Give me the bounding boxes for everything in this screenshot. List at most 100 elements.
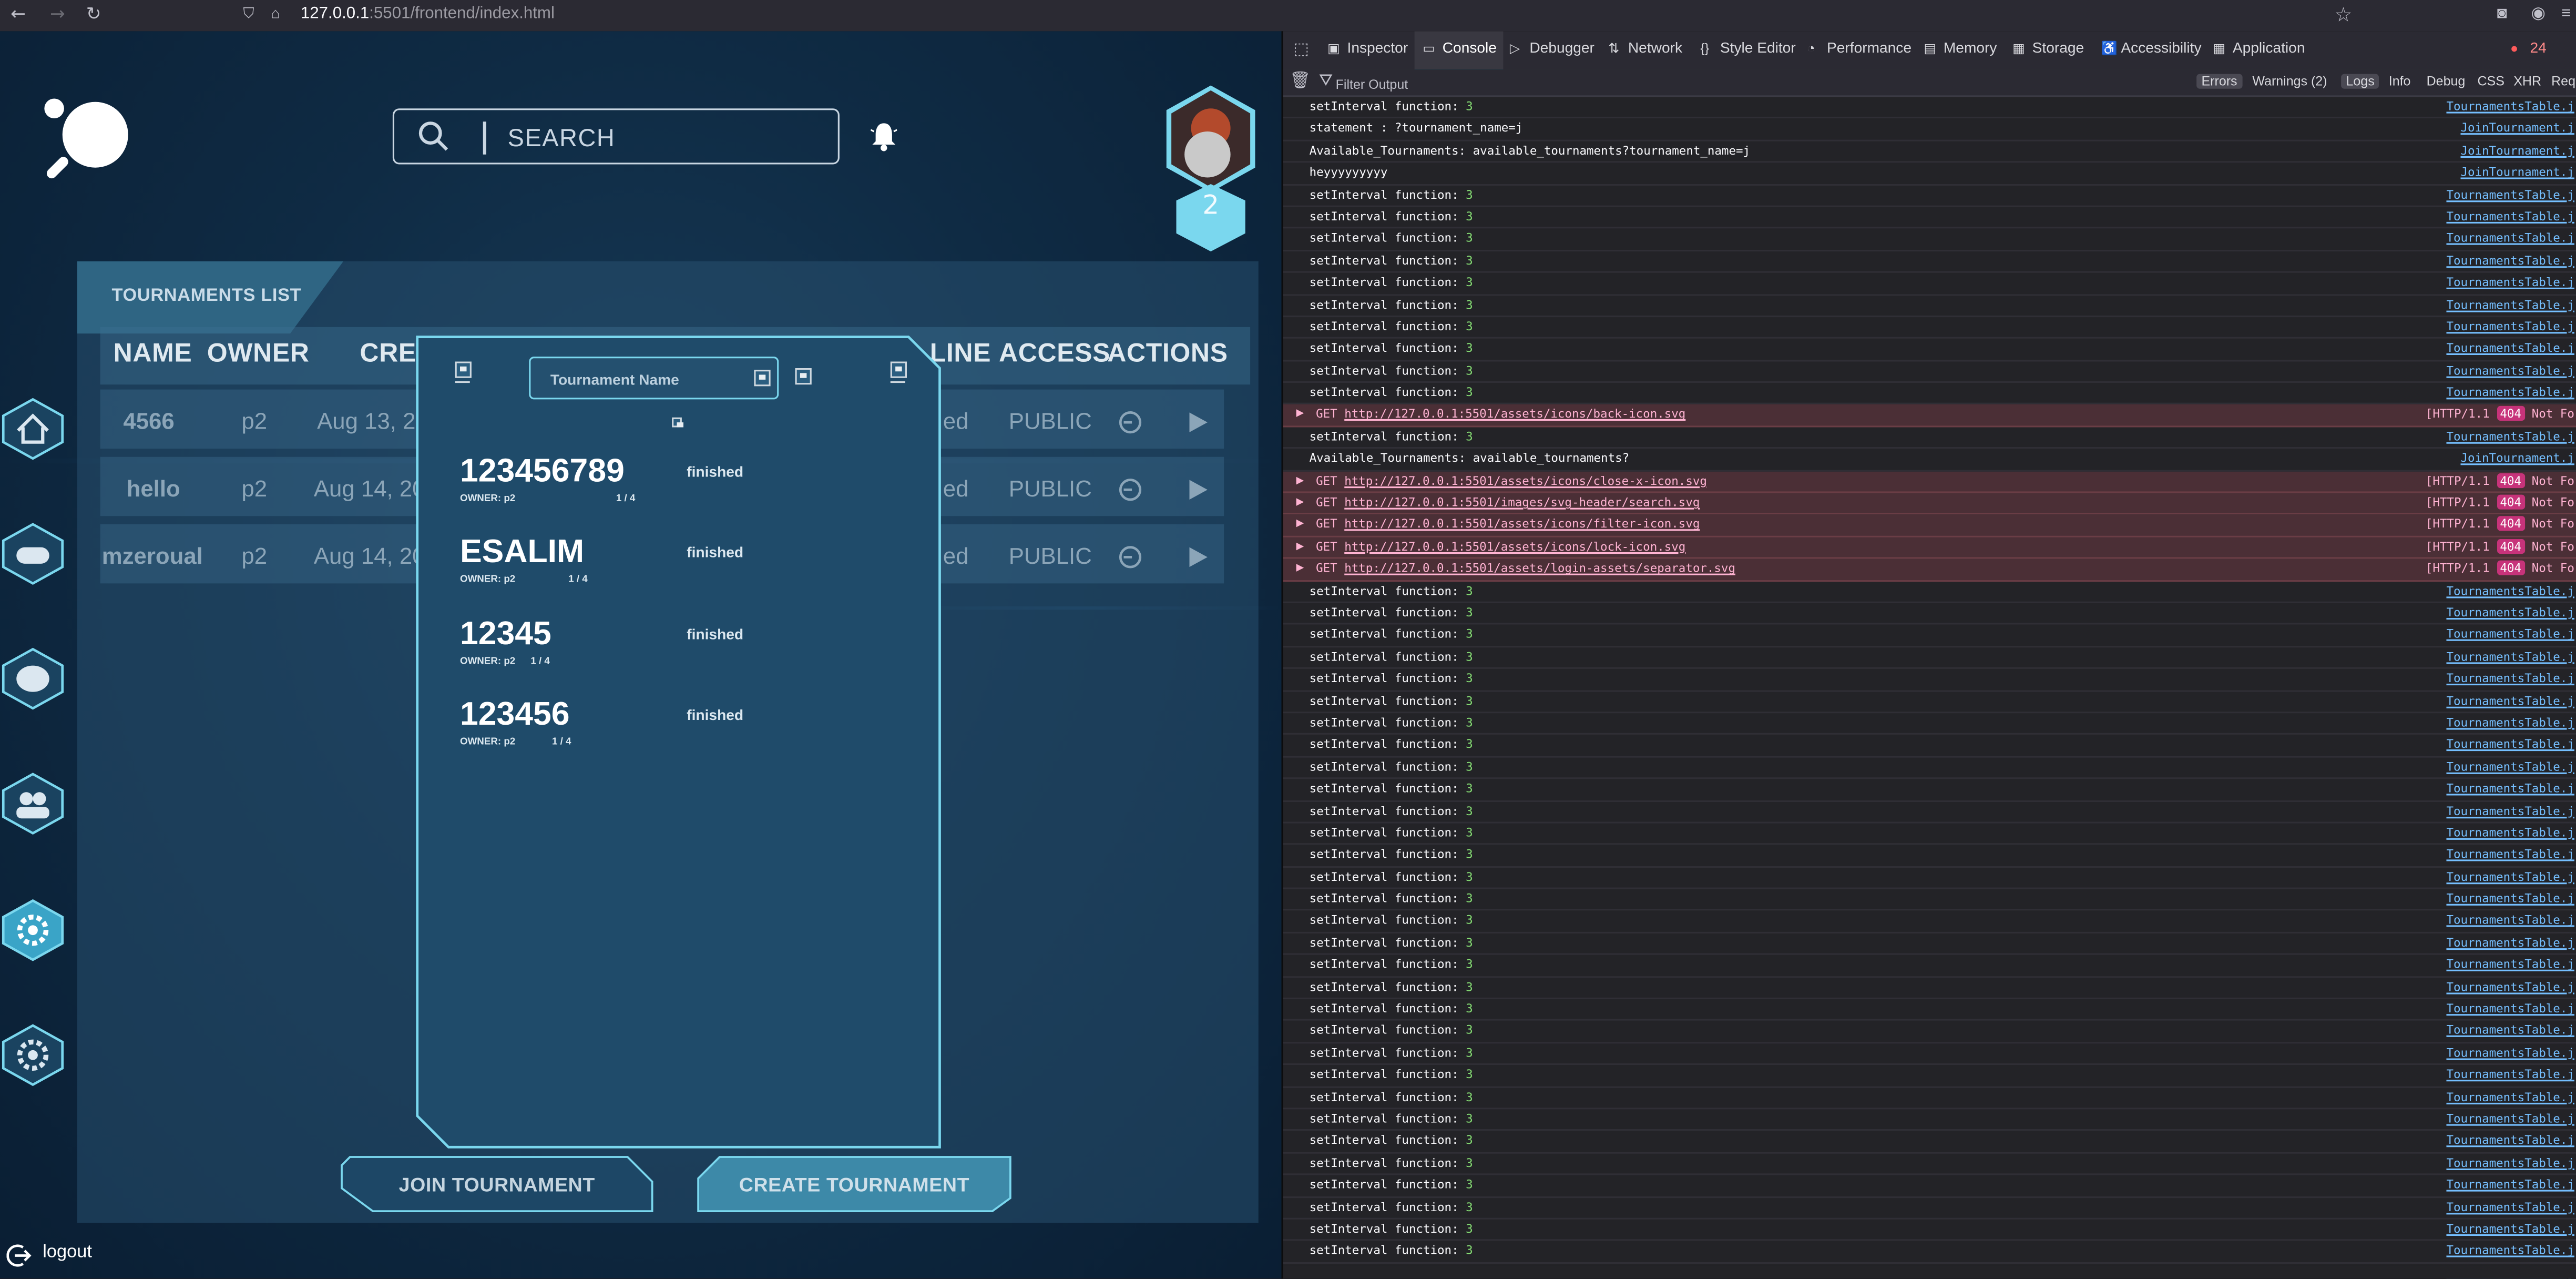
console-log-row[interactable]: setInterval function: 3 TournamentsTable.… xyxy=(1283,273,2576,295)
request-url[interactable]: http://127.0.0.1:5501/assets/icons/back-… xyxy=(1344,407,1685,421)
log-source-link[interactable]: TournamentsTable.j xyxy=(2446,1045,2574,1060)
log-source-link[interactable]: TournamentsTable.j xyxy=(2446,847,2574,861)
log-source-link[interactable]: TournamentsTable.j xyxy=(2446,1089,2574,1104)
filter-xhr[interactable]: XHR xyxy=(2509,74,2547,89)
play-icon[interactable] xyxy=(1184,409,1211,435)
console-log-row[interactable]: setInterval function: 3 TournamentsTable.… xyxy=(1283,1087,2576,1110)
pick-element-icon[interactable]: ⬚ xyxy=(1291,41,1311,61)
log-source-link[interactable]: TournamentsTable.j xyxy=(2446,649,2574,664)
ping-pong-logo-icon[interactable] xyxy=(36,92,135,191)
console-log-row[interactable]: setInterval function: 3 TournamentsTable.… xyxy=(1283,295,2576,317)
console-log-row[interactable]: setInterval function: 3 TournamentsTable.… xyxy=(1283,185,2576,207)
tab-style-editor[interactable]: {} Style Editor xyxy=(1700,39,1795,56)
console-log-row[interactable]: setInterval function: 3 TournamentsTable.… xyxy=(1283,383,2576,405)
console-log-row[interactable]: setInterval function: 3 TournamentsTable.… xyxy=(1283,229,2576,251)
log-source-link[interactable]: TournamentsTable.j xyxy=(2446,671,2574,685)
request-url[interactable]: http://127.0.0.1:5501/assets/icons/filte… xyxy=(1344,517,1700,532)
console-log-row[interactable]: setInterval function: 3 TournamentsTable.… xyxy=(1283,1197,2576,1220)
play-icon[interactable] xyxy=(1184,476,1211,503)
log-source-link[interactable]: TournamentsTable.j xyxy=(2446,913,2574,928)
log-source-link[interactable]: TournamentsTable.j xyxy=(2446,1221,2574,1236)
console-log-row[interactable]: Available_Tournaments: available_tournam… xyxy=(1283,141,2576,163)
expand-triangle-icon[interactable]: ▶ xyxy=(1296,519,1304,530)
log-source-link[interactable]: TournamentsTable.j xyxy=(2446,1155,2574,1170)
gear-nav-icon[interactable] xyxy=(0,1022,66,1088)
log-source-link[interactable]: TournamentsTable.j xyxy=(2446,759,2574,774)
log-source-link[interactable]: TournamentsTable.j xyxy=(2446,275,2574,289)
log-source-link[interactable]: TournamentsTable.j xyxy=(2446,605,2574,620)
console-log-row[interactable]: statement : ?tournament_name=j JoinTourna… xyxy=(1283,119,2576,141)
console-log-row[interactable]: setInterval function: 3 TournamentsTable.… xyxy=(1283,625,2576,647)
expand-triangle-icon[interactable]: ▶ xyxy=(1296,541,1304,552)
menu-icon[interactable]: ≡ xyxy=(2557,5,2576,25)
search-icon[interactable] xyxy=(417,120,451,153)
request-url[interactable]: http://127.0.0.1:5501/images/svg-header/… xyxy=(1344,495,1700,510)
bell-icon[interactable] xyxy=(871,121,897,151)
filter-logs[interactable]: Logs xyxy=(2341,74,2380,89)
log-source-link[interactable]: TournamentsTable.j xyxy=(2446,1067,2574,1082)
log-source-link[interactable]: TournamentsTable.j xyxy=(2446,869,2574,884)
console-log-row[interactable]: setInterval function: 3 TournamentsTable.… xyxy=(1283,757,2576,779)
tournament-name-input[interactable] xyxy=(547,366,751,393)
log-source-link[interactable]: JoinTournament.j xyxy=(2460,120,2574,135)
log-source-link[interactable]: TournamentsTable.j xyxy=(2446,737,2574,752)
console-log-row[interactable]: setInterval function: 3 TournamentsTable.… xyxy=(1283,977,2576,1000)
settings-active-nav-icon[interactable] xyxy=(0,897,66,963)
console-log-row[interactable]: setInterval function: 3 TournamentsTable.… xyxy=(1283,1131,2576,1153)
log-source-link[interactable]: TournamentsTable.j xyxy=(2446,231,2574,246)
log-source-link[interactable]: JoinTournament.j xyxy=(2460,143,2574,157)
log-source-link[interactable]: TournamentsTable.j xyxy=(2446,627,2574,642)
game-controller-nav-icon[interactable] xyxy=(0,521,66,587)
console-log-row[interactable]: setInterval function: 3 TournamentsTable.… xyxy=(1283,1175,2576,1197)
log-source-link[interactable]: TournamentsTable.j xyxy=(2446,1199,2574,1214)
create-tournament-button[interactable]: CREATE TOURNAMENT xyxy=(697,1155,1012,1213)
console-log-row[interactable]: setInterval function: 3 TournamentsTable.… xyxy=(1283,933,2576,956)
console-log-row[interactable]: setInterval function: 3 TournamentsTable.… xyxy=(1283,889,2576,911)
tab-network[interactable]: ⇅ Network xyxy=(1608,39,1682,56)
console-log-row[interactable]: setInterval function: 3 TournamentsTable.… xyxy=(1283,735,2576,757)
shield-icon[interactable]: ⛉ xyxy=(243,5,260,25)
console-network-error-row[interactable]: ▶ GET http://127.0.0.1:5501/assets/login-… xyxy=(1283,559,2576,581)
console-log-row[interactable]: setInterval function: 3 TournamentsTable.… xyxy=(1283,823,2576,846)
log-source-link[interactable]: TournamentsTable.j xyxy=(2446,715,2574,729)
tab-memory[interactable]: ▤ Memory xyxy=(1924,39,1997,56)
log-source-link[interactable]: TournamentsTable.j xyxy=(2446,891,2574,906)
log-source-link[interactable]: TournamentsTable.j xyxy=(2446,187,2574,201)
console-log-row[interactable]: setInterval function: 3 TournamentsTable.… xyxy=(1283,1109,2576,1132)
log-source-link[interactable]: TournamentsTable.j xyxy=(2446,1243,2574,1257)
console-log-row[interactable]: setInterval function: 3 TournamentsTable.… xyxy=(1283,1043,2576,1065)
search-icon[interactable] xyxy=(754,370,771,387)
console-log-row[interactable]: setInterval function: 3 TournamentsTable.… xyxy=(1283,603,2576,625)
console-log-row[interactable]: setInterval function: 3 TournamentsTable.… xyxy=(1283,1241,2576,1264)
tab-accessibility[interactable]: ♿ Accessibility xyxy=(2101,39,2202,56)
search-bar[interactable] xyxy=(392,108,840,165)
log-source-link[interactable]: TournamentsTable.j xyxy=(2446,935,2574,950)
log-source-link[interactable]: TournamentsTable.j xyxy=(2446,583,2574,597)
filter-output-input[interactable] xyxy=(1332,72,1668,96)
console-network-error-row[interactable]: ▶ GET http://127.0.0.1:5501/assets/icons/… xyxy=(1283,405,2576,428)
log-source-link[interactable]: TournamentsTable.j xyxy=(2446,693,2574,707)
home-nav-icon[interactable] xyxy=(0,396,66,462)
log-source-link[interactable]: JoinTournament.j xyxy=(2460,451,2574,465)
chat-nav-icon[interactable] xyxy=(0,646,66,712)
tournament-list-item[interactable]: 12345 OWNER: p2 1 / 4 finished xyxy=(460,616,887,682)
expand-triangle-icon[interactable]: ▶ xyxy=(1296,562,1304,574)
log-source-link[interactable]: TournamentsTable.j xyxy=(2446,1023,2574,1038)
tab-application[interactable]: ▦ Application xyxy=(2213,39,2305,56)
console-log-row[interactable]: setInterval function: 3 TournamentsTable.… xyxy=(1283,1021,2576,1043)
friends-nav-icon[interactable] xyxy=(0,771,66,837)
filter-errors[interactable]: Errors xyxy=(2196,74,2242,89)
console-log-row[interactable]: setInterval function: 3 TournamentsTable.… xyxy=(1283,251,2576,273)
console-network-error-row[interactable]: ▶ GET http://127.0.0.1:5501/assets/icons/… xyxy=(1283,537,2576,560)
request-url[interactable]: http://127.0.0.1:5501/assets/icons/close… xyxy=(1344,473,1707,488)
back-icon[interactable] xyxy=(455,361,472,378)
console-network-error-row[interactable]: ▶ GET http://127.0.0.1:5501/assets/icons/… xyxy=(1283,471,2576,493)
console-log-row[interactable]: Available_Tournaments: available_tournam… xyxy=(1283,449,2576,471)
console-log-row[interactable]: setInterval function: 3 TournamentsTable.… xyxy=(1283,669,2576,692)
filter-css[interactable]: CSS xyxy=(2472,74,2509,89)
log-source-link[interactable]: TournamentsTable.j xyxy=(2446,99,2574,114)
log-source-link[interactable]: TournamentsTable.j xyxy=(2446,957,2574,971)
log-source-link[interactable]: TournamentsTable.j xyxy=(2446,319,2574,333)
filter-icon[interactable] xyxy=(795,368,812,385)
console-log-row[interactable]: setInterval function: 3 TournamentsTable.… xyxy=(1283,581,2576,603)
